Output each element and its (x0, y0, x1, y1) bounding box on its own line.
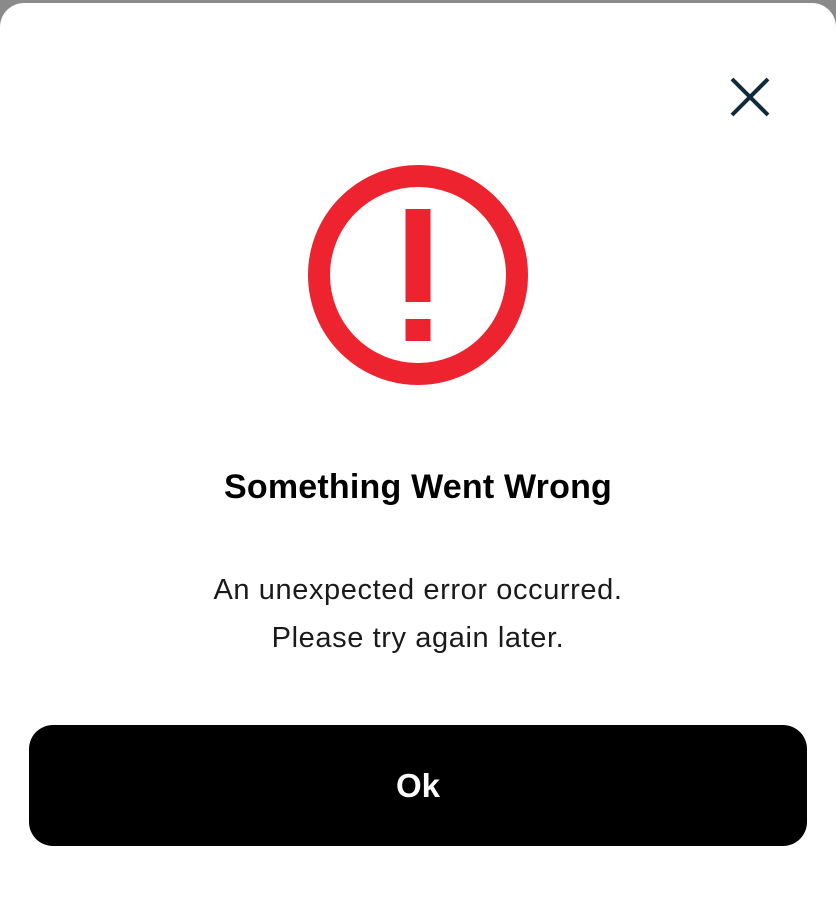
close-icon (730, 77, 770, 117)
error-dialog: Something Went Wrong An unexpected error… (0, 3, 836, 903)
dialog-bottom-edge (0, 896, 836, 903)
ok-button[interactable]: Ok (29, 725, 807, 846)
alert-circle-icon (308, 165, 528, 385)
message-line: An unexpected error occurred. (213, 574, 623, 606)
dialog-message: An unexpected error occurred. Please try… (0, 566, 836, 662)
dialog-title: Something Went Wrong (223, 468, 613, 506)
message-line: Please try again later. (271, 622, 565, 654)
close-button[interactable] (722, 69, 778, 125)
